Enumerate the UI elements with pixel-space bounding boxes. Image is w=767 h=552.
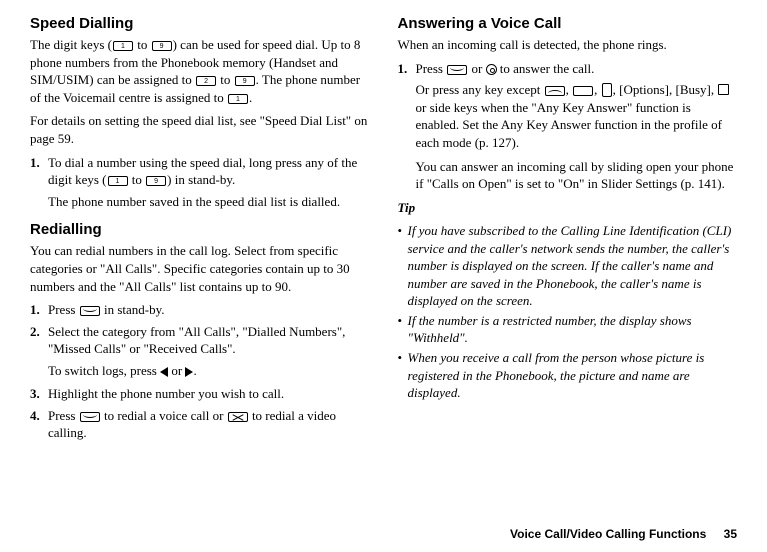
- left-column: Speed Dialling The digit keys (1 to 9) c…: [30, 14, 370, 542]
- redial-paragraph-1: You can redial numbers in the call log. …: [30, 242, 370, 295]
- redial-step-3: 3. Highlight the phone number you wish t…: [30, 385, 370, 403]
- heading-speed-dialling: Speed Dialling: [30, 14, 370, 34]
- step-number: 1.: [398, 60, 416, 78]
- text: to: [134, 37, 151, 52]
- page-footer: Voice Call/Video Calling Functions 35: [510, 526, 737, 542]
- tip-item-1: • If you have subscribed to the Calling …: [398, 222, 738, 310]
- step-body: Press in stand-by.: [48, 301, 370, 319]
- step-number: 1.: [30, 154, 48, 189]
- left-arrow-icon: [160, 367, 168, 377]
- step-body: Highlight the phone number you wish to c…: [48, 385, 370, 403]
- page-number: 35: [724, 527, 737, 541]
- text: .: [193, 363, 196, 378]
- text: or side keys when the "Any Key Answer" f…: [416, 100, 723, 150]
- step-body: Press or to answer the call.: [416, 60, 738, 78]
- speed-step-1-result: The phone number saved in the speed dial…: [48, 193, 370, 211]
- text: The digit keys (: [30, 37, 112, 52]
- bullet-icon: •: [398, 349, 408, 402]
- right-column: Answering a Voice Call When an incoming …: [398, 14, 738, 542]
- tip-text: If the number is a restricted number, th…: [408, 312, 738, 347]
- end-key-icon: [545, 86, 565, 96]
- digit-9-key-icon: 9: [146, 176, 166, 186]
- step-number: 1.: [30, 301, 48, 319]
- heading-redialling: Redialling: [30, 220, 370, 240]
- text: Or press any key except: [416, 82, 544, 97]
- footer-title: Voice Call/Video Calling Functions: [510, 527, 706, 541]
- step-body: Select the category from "All Calls", "D…: [48, 323, 370, 358]
- tip-heading: Tip: [398, 199, 738, 217]
- shortcut-key-icon: [718, 84, 729, 95]
- text: to: [217, 72, 234, 87]
- digit-9-key-icon: 9: [152, 41, 172, 51]
- text: to answer the call.: [497, 61, 595, 76]
- heading-answering: Answering a Voice Call: [398, 14, 738, 34]
- digit-1-key-icon: 1: [108, 176, 128, 186]
- answer-step-1: 1. Press or to answer the call.: [398, 60, 738, 78]
- bullet-icon: •: [398, 312, 408, 347]
- text: to: [129, 172, 146, 187]
- text: ) in stand-by.: [167, 172, 235, 187]
- text: Press: [416, 61, 447, 76]
- redial-step-2: 2. Select the category from "All Calls",…: [30, 323, 370, 358]
- tip-item-2: • If the number is a restricted number, …: [398, 312, 738, 347]
- speed-paragraph-1: The digit keys (1 to 9) can be used for …: [30, 36, 370, 106]
- text: ,: [566, 82, 573, 97]
- text: Press: [48, 408, 79, 423]
- answer-paragraph-1: When an incoming call is detected, the p…: [398, 36, 738, 54]
- call-key-icon: [447, 65, 467, 75]
- text: .: [249, 90, 252, 105]
- speed-step-1: 1. To dial a number using the speed dial…: [30, 154, 370, 189]
- speed-paragraph-2: For details on setting the speed dial li…: [30, 112, 370, 147]
- digit-1-key-icon: 1: [113, 41, 133, 51]
- text: or: [168, 363, 185, 378]
- text: in stand-by.: [101, 302, 165, 317]
- step-number: 4.: [30, 407, 48, 442]
- text: or: [468, 61, 485, 76]
- redial-step-4: 4. Press to redial a voice call or to re…: [30, 407, 370, 442]
- page: Speed Dialling The digit keys (1 to 9) c…: [0, 0, 767, 552]
- text: Press: [48, 302, 79, 317]
- text: , [Options], [Busy],: [613, 82, 718, 97]
- answer-step-1-or: Or press any key except , , , [Options],…: [416, 81, 738, 151]
- text: ,: [594, 82, 601, 97]
- step-body: To dial a number using the speed dial, l…: [48, 154, 370, 189]
- answer-step-1-slide: You can answer an incoming call by slidi…: [416, 158, 738, 193]
- soft-key-icon: [573, 86, 593, 96]
- center-key-icon: [486, 64, 497, 75]
- bullet-icon: •: [398, 222, 408, 310]
- digit-2-key-icon: 2: [196, 76, 216, 86]
- tip-item-3: • When you receive a call from the perso…: [398, 349, 738, 402]
- tip-text: When you receive a call from the person …: [408, 349, 738, 402]
- digit-9-key-icon: 9: [235, 76, 255, 86]
- redial-step-1: 1. Press in stand-by.: [30, 301, 370, 319]
- step-body: Press to redial a voice call or to redia…: [48, 407, 370, 442]
- redial-step-2-sub: To switch logs, press or .: [48, 362, 370, 380]
- text: To switch logs, press: [48, 363, 160, 378]
- digit-1-key-icon: 1: [228, 94, 248, 104]
- call-key-icon: [80, 306, 100, 316]
- side-key-icon: [602, 83, 612, 97]
- call-key-icon: [80, 412, 100, 422]
- text: to redial a voice call or: [101, 408, 227, 423]
- step-number: 3.: [30, 385, 48, 403]
- step-number: 2.: [30, 323, 48, 358]
- tip-text: If you have subscribed to the Calling Li…: [408, 222, 738, 310]
- video-call-key-icon: [228, 412, 248, 422]
